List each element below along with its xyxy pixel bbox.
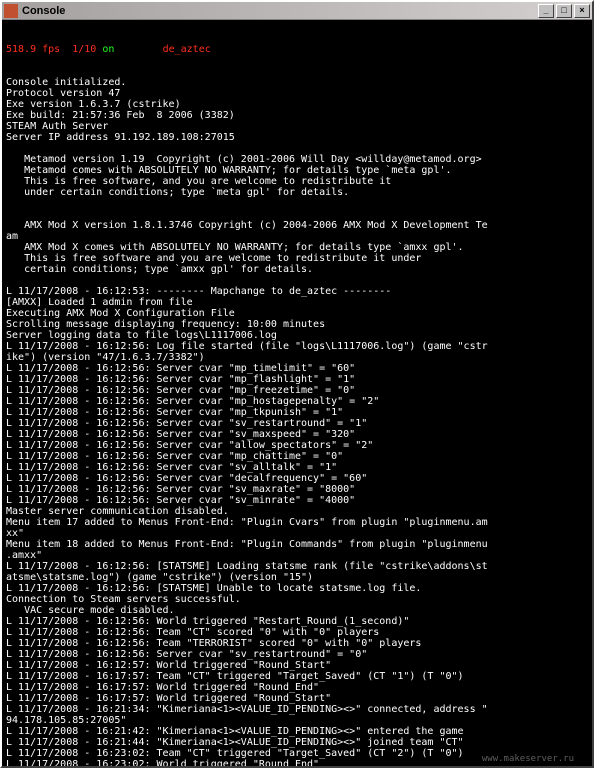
console-line: .amxx" (6, 550, 588, 561)
console-output[interactable]: 518.9 fps 1/10 on de_aztec Console initi… (2, 20, 592, 766)
console-line: Executing AMX Mod X Configuration File (6, 308, 588, 319)
status-line: 518.9 fps 1/10 on de_aztec (6, 44, 588, 55)
console-line: Master server communication disabled. (6, 506, 588, 517)
console-line: certain conditions; type `amxx gpl' for … (6, 264, 588, 275)
console-line: Metamod version 1.19 Copyright (c) 2001-… (6, 154, 588, 165)
console-line: atsme\statsme.log") (game "cstrike") (ve… (6, 572, 588, 583)
console-line (6, 198, 588, 209)
console-line: AMX Mod X version 1.8.1.3746 Copyright (… (6, 220, 588, 231)
console-line (6, 209, 588, 220)
console-line: Connection to Steam servers successful. (6, 594, 588, 605)
console-line: L 11/17/2008 - 16:12:56: Server cvar "mp… (6, 396, 588, 407)
console-line: xx" (6, 528, 588, 539)
console-line: Exe build: 21:57:36 Feb 8 2006 (3382) (6, 110, 588, 121)
console-line: L 11/17/2008 - 16:12:56: Server cvar "sv… (6, 462, 588, 473)
titlebar[interactable]: Console _ □ × (2, 2, 592, 20)
on-indicator: on (102, 44, 114, 55)
console-line: Exe version 1.6.3.7 (cstrike) (6, 99, 588, 110)
console-line: L 11/17/2008 - 16:12:57: World triggered… (6, 660, 588, 671)
console-line: L 11/17/2008 - 16:12:56: Server cvar "mp… (6, 374, 588, 385)
console-line: L 11/17/2008 - 16:12:56: Server cvar "mp… (6, 451, 588, 462)
console-line: ike") (version "47/1.6.3.7/3382") (6, 352, 588, 363)
console-line: Metamod comes with ABSOLUTELY NO WARRANT… (6, 165, 588, 176)
console-line: L 11/17/2008 - 16:21:34: "Kimeriana<1><V… (6, 704, 588, 715)
console-line: This is free software and you are welcom… (6, 253, 588, 264)
console-line: Server IP address 91.192.189.108:27015 (6, 132, 588, 143)
watermark: www.makeserver.ru (482, 754, 574, 764)
console-line: L 11/17/2008 - 16:12:56: Server cvar "mp… (6, 363, 588, 374)
console-line: [AMXX] Loaded 1 admin from file (6, 297, 588, 308)
console-line: L 11/17/2008 - 16:12:56: Server cvar "sv… (6, 495, 588, 506)
close-button[interactable]: × (574, 4, 590, 18)
console-line: L 11/17/2008 - 16:12:56: Server cvar "mp… (6, 385, 588, 396)
console-line: STEAM Auth Server (6, 121, 588, 132)
console-line: This is free software, and you are welco… (6, 176, 588, 187)
console-line: AMX Mod X comes with ABSOLUTELY NO WARRA… (6, 242, 588, 253)
console-line: am (6, 231, 588, 242)
console-line: L 11/17/2008 - 16:12:56: Team "TERRORIST… (6, 638, 588, 649)
minimize-button[interactable]: _ (538, 4, 554, 18)
console-line: L 11/17/2008 - 16:12:56: Log file starte… (6, 341, 588, 352)
fps-value: 518.9 fps (6, 44, 60, 55)
console-line: L 11/17/2008 - 16:12:56: Server cvar "al… (6, 440, 588, 451)
console-line: Scrolling message displaying frequency: … (6, 319, 588, 330)
console-line: L 11/17/2008 - 16:12:56: [STATSME] Unabl… (6, 583, 588, 594)
console-line: under certain conditions; type `meta gpl… (6, 187, 588, 198)
console-line: L 11/17/2008 - 16:21:44: "Kimeriana<1><V… (6, 737, 588, 748)
console-line: Console initialized. (6, 77, 588, 88)
maximize-button[interactable]: □ (556, 4, 572, 18)
console-line: L 11/17/2008 - 16:12:56: [STATSME] Loadi… (6, 561, 588, 572)
console-line: Menu item 18 added to Menus Front-End: "… (6, 539, 588, 550)
console-line: L 11/17/2008 - 16:12:53: -------- Mapcha… (6, 286, 588, 297)
console-line: L 11/17/2008 - 16:12:56: Server cvar "mp… (6, 407, 588, 418)
console-line: L 11/17/2008 - 16:12:56: World triggered… (6, 616, 588, 627)
console-line: Server logging data to file logs\L111700… (6, 330, 588, 341)
console-line: L 11/17/2008 - 16:12:56: Server cvar "sv… (6, 418, 588, 429)
console-line: L 11/17/2008 - 16:17:57: World triggered… (6, 693, 588, 704)
console-line: L 11/17/2008 - 16:12:56: Server cvar "de… (6, 473, 588, 484)
console-window: Console _ □ × 518.9 fps 1/10 on de_aztec… (0, 0, 594, 768)
console-line (6, 275, 588, 286)
console-line: L 11/17/2008 - 16:21:42: "Kimeriana<1><V… (6, 726, 588, 737)
console-line: L 11/17/2008 - 16:17:57: World triggered… (6, 682, 588, 693)
ratio-value: 1/10 (72, 44, 96, 55)
console-line: Protocol version 47 (6, 88, 588, 99)
console-line: L 11/17/2008 - 16:12:56: Server cvar "sv… (6, 649, 588, 660)
console-line (6, 143, 588, 154)
app-icon (4, 4, 18, 18)
window-title: Console (22, 5, 538, 17)
console-line: Menu item 17 added to Menus Front-End: "… (6, 517, 588, 528)
console-line: L 11/17/2008 - 16:12:56: Server cvar "sv… (6, 429, 588, 440)
console-line: VAC secure mode disabled. (6, 605, 588, 616)
console-line: 94.178.105.85:27005" (6, 715, 588, 726)
console-line: L 11/17/2008 - 16:12:56: Server cvar "sv… (6, 484, 588, 495)
window-controls: _ □ × (538, 4, 590, 18)
console-line: L 11/17/2008 - 16:17:57: Team "CT" trigg… (6, 671, 588, 682)
console-line: L 11/17/2008 - 16:12:56: Team "CT" score… (6, 627, 588, 638)
map-name: de_aztec (163, 44, 211, 55)
